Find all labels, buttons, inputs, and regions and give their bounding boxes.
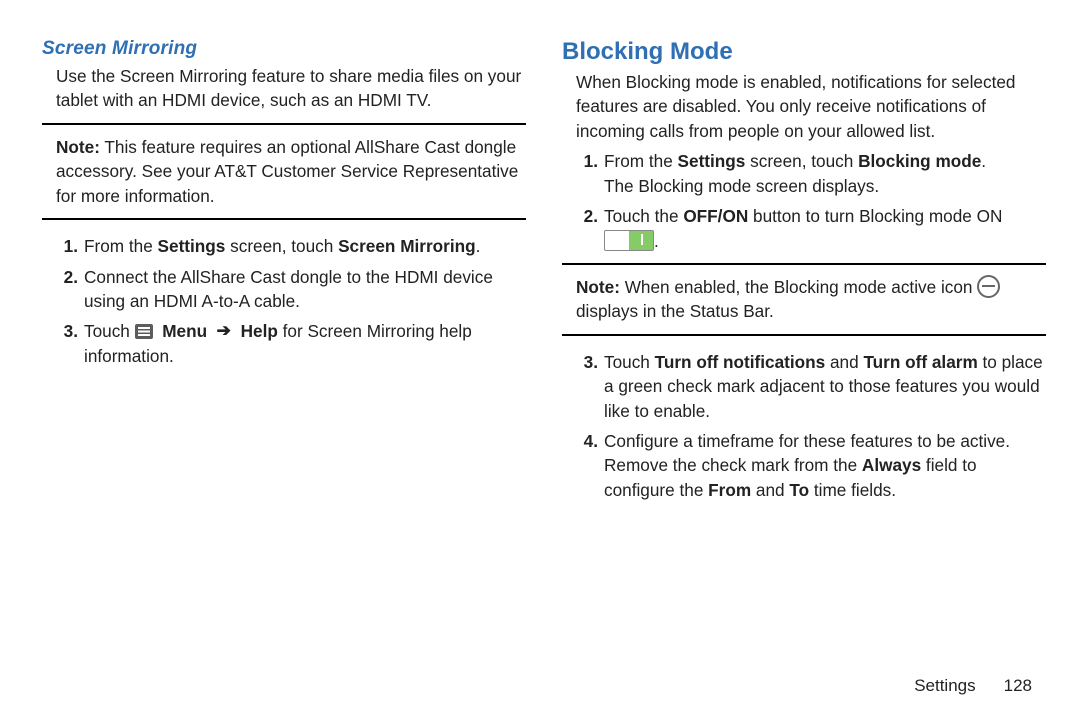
step-text: Configure a timeframe for these features…	[604, 431, 1010, 500]
note-text: displays in the Status Bar.	[576, 301, 774, 321]
step-text: Touch the OFF/ON button to turn Blocking…	[604, 206, 1002, 250]
step-number: 2.	[56, 265, 78, 289]
list-item: 1. From the Settings screen, touch Scree…	[56, 234, 526, 258]
step-text: Connect the AllShare Cast dongle to the …	[84, 267, 493, 311]
footer-page-number: 128	[1004, 676, 1032, 695]
note-text: When enabled, the Blocking mode active i…	[620, 277, 977, 297]
blocking-mode-heading: Blocking Mode	[562, 38, 1046, 66]
toggle-on-icon	[604, 230, 654, 251]
blocking-mode-steps-a: 1. From the Settings screen, touch Block…	[562, 149, 1046, 253]
screen-mirroring-note: Note: This feature requires an optional …	[42, 123, 526, 220]
blocking-mode-note: Note: When enabled, the Blocking mode ac…	[562, 263, 1046, 336]
list-item: 3. Touch Menu ➔ Help for Screen Mirrorin…	[56, 319, 526, 368]
left-column: Screen Mirroring Use the Screen Mirrorin…	[42, 38, 526, 640]
step-text: Touch Turn off notifications and Turn of…	[604, 352, 1043, 421]
step-number: 4.	[576, 429, 598, 453]
arrow-icon: ➔	[217, 318, 231, 342]
step-number: 3.	[56, 319, 78, 343]
right-column: Blocking Mode When Blocking mode is enab…	[562, 38, 1046, 640]
list-item: 2. Connect the AllShare Cast dongle to t…	[56, 265, 526, 314]
blocking-mode-icon	[977, 275, 1000, 298]
screen-mirroring-subheading: Screen Mirroring	[42, 38, 526, 60]
screen-mirroring-steps: 1. From the Settings screen, touch Scree…	[42, 234, 526, 368]
menu-icon	[135, 324, 153, 339]
list-item: 3. Touch Turn off notifications and Turn…	[576, 350, 1046, 423]
step-number: 1.	[576, 149, 598, 173]
page-body: Screen Mirroring Use the Screen Mirrorin…	[0, 0, 1080, 640]
list-item: 4. Configure a timeframe for these featu…	[576, 429, 1046, 502]
step-number: 1.	[56, 234, 78, 258]
list-item: 1. From the Settings screen, touch Block…	[576, 149, 1046, 198]
blocking-mode-intro: When Blocking mode is enabled, notificat…	[562, 70, 1046, 143]
list-item: 2. Touch the OFF/ON button to turn Block…	[576, 204, 1046, 253]
step-text: From the Settings screen, touch Screen M…	[84, 236, 480, 256]
screen-mirroring-intro: Use the Screen Mirroring feature to shar…	[42, 64, 526, 113]
step-number: 2.	[576, 204, 598, 228]
step-text: Touch Menu ➔ Help for Screen Mirroring h…	[84, 321, 472, 365]
footer-section: Settings	[914, 676, 975, 695]
note-label: Note:	[56, 137, 100, 157]
step-number: 3.	[576, 350, 598, 374]
note-label: Note:	[576, 277, 620, 297]
blocking-mode-steps-b: 3. Touch Turn off notifications and Turn…	[562, 350, 1046, 503]
note-text: This feature requires an optional AllSha…	[56, 137, 518, 206]
page-footer: Settings 128	[914, 676, 1032, 696]
step-text: From the Settings screen, touch Blocking…	[604, 151, 986, 195]
